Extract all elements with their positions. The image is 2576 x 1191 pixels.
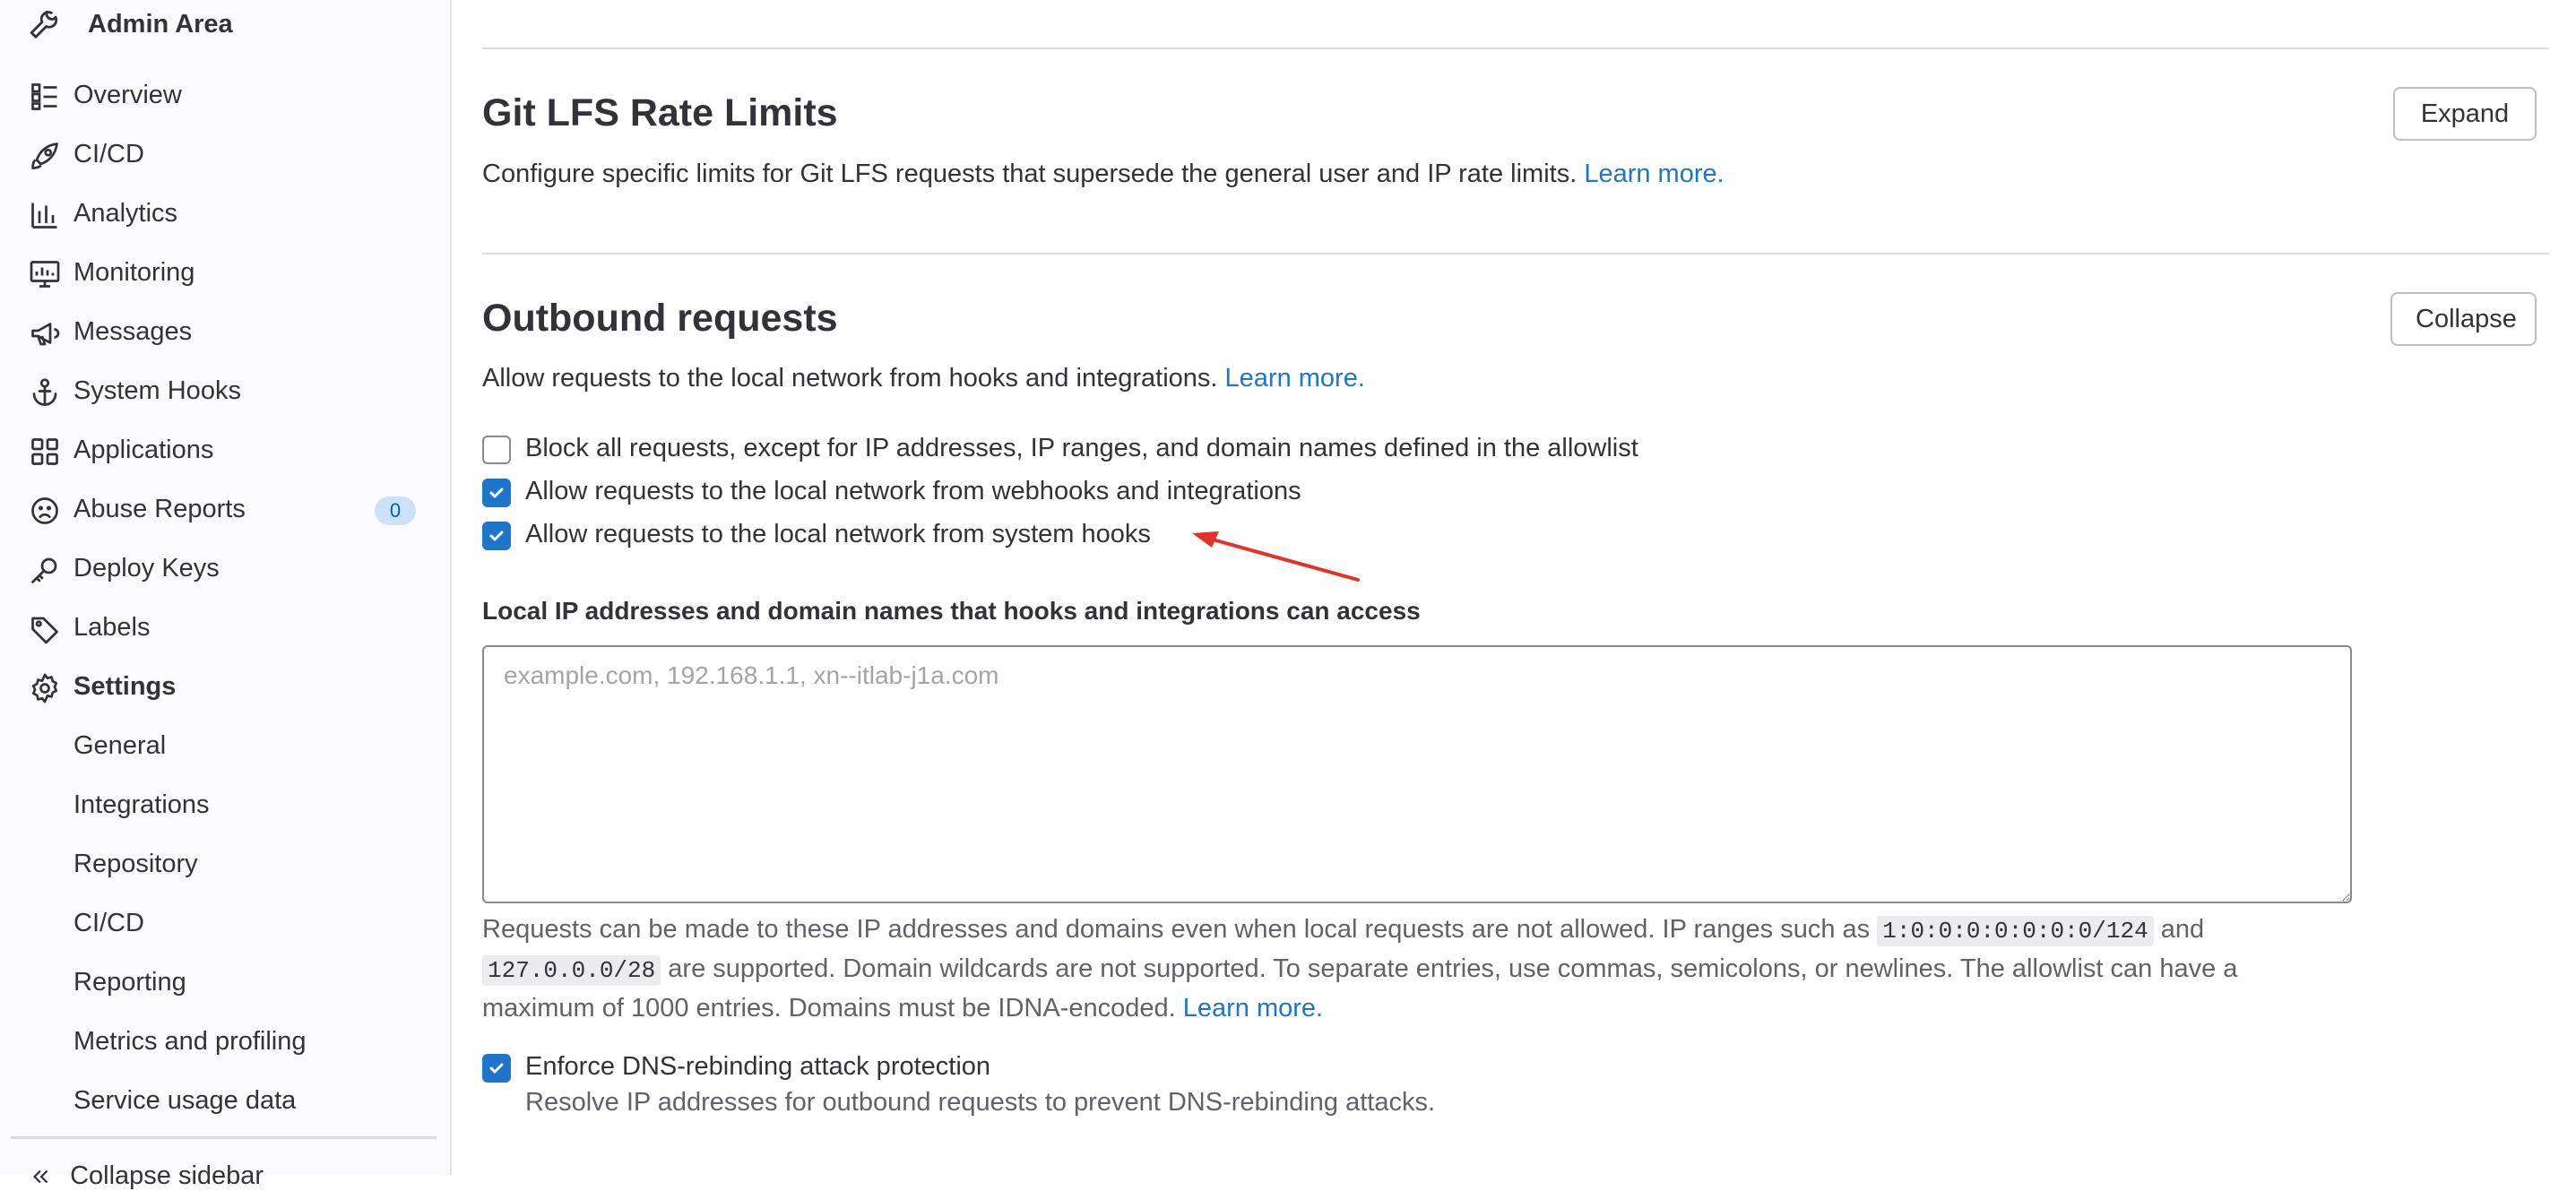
wrench-icon [30,10,58,39]
annotation-arrow-icon [1192,531,1360,582]
sidebar-item-applications[interactable]: Applications [0,423,450,482]
checkmark-icon [489,531,504,541]
sidebar-item-labels[interactable]: Labels [0,600,450,660]
monitor-icon [30,261,60,288]
git-lfs-learn-more-link[interactable]: Learn more. [1584,160,1724,188]
sidebar-subitem-repository[interactable]: Repository [0,837,450,896]
ipv6-range-example: 1:0:0:0:0:0:0:0/124 [1877,916,2154,946]
overview-icon [31,83,57,110]
megaphone-icon [31,323,60,346]
sidebar-subitem-integrations[interactable]: Integrations [0,778,450,837]
chart-icon [31,203,57,229]
allowlist-learn-more-link[interactable]: Learn more. [1183,994,1323,1023]
sidebar-subitem-general[interactable]: General [0,719,450,778]
sidebar-subitem-service-usage[interactable]: Service usage data [0,1074,450,1133]
collapse-button[interactable]: Collapse [2390,292,2537,346]
git-lfs-description: Configure specific limits for Git LFS re… [482,160,1725,188]
sidebar-subitem-reporting[interactable]: Reporting [0,955,450,1014]
allowlist-textarea[interactable] [482,645,2352,903]
sidebar-divider [11,1136,437,1139]
outbound-section-title: Outbound requests [482,297,838,340]
key-icon [31,557,57,583]
sidebar: Admin Area Overview CI/CD Analytics Moni… [0,0,452,1190]
dns-rebinding-help-text: Resolve IP addresses for outbound reques… [525,1088,1436,1117]
sidebar-item-analytics[interactable]: Analytics [0,186,450,246]
sidebar-item-cicd[interactable]: CI/CD [0,127,450,186]
section-divider [482,253,2549,255]
applications-icon [31,438,58,465]
outbound-description: Allow requests to the local network from… [482,364,1365,393]
label-icon [31,617,58,644]
sidebar-item-overview[interactable]: Overview [0,68,450,127]
abuse-icon [31,497,58,524]
sidebar-item-abuse-reports[interactable]: Abuse Reports 0 [0,482,450,541]
block-all-requests-checkbox[interactable] [482,436,511,464]
checkmark-icon [489,488,504,498]
abuse-reports-count-badge: 0 [375,496,416,525]
allowlist-help-text: Requests can be made to these IP address… [482,915,2238,1023]
settings-icon [31,673,58,703]
sidebar-item-settings[interactable]: Settings [0,660,450,719]
allow-system-hooks-checkbox[interactable] [482,522,511,550]
section-divider [482,47,2549,49]
chevron-double-left-icon [32,1170,48,1184]
checkmark-icon [489,1063,504,1074]
outbound-learn-more-link[interactable]: Learn more. [1225,364,1365,393]
allow-webhooks-checkbox[interactable] [482,479,511,507]
expand-button[interactable]: Expand [2393,87,2537,141]
anchor-icon [32,378,57,406]
sidebar-title: Admin Area [88,10,233,39]
allowlist-label: Local IP addresses and domain names that… [482,597,1421,625]
dns-rebinding-checkbox[interactable] [482,1054,511,1083]
collapse-sidebar-button[interactable]: Collapse sidebar [29,1161,264,1191]
git-lfs-section-title: Git LFS Rate Limits [482,91,838,134]
sidebar-header[interactable]: Admin Area [0,0,450,52]
sidebar-subitem-metrics[interactable]: Metrics and profiling [0,1014,450,1074]
sidebar-item-monitoring[interactable]: Monitoring [0,246,450,305]
ipv4-range-example: 127.0.0.0/28 [482,955,661,986]
sidebar-item-messages[interactable]: Messages [0,305,450,364]
sidebar-item-deploy-keys[interactable]: Deploy Keys [0,541,450,600]
sidebar-subitem-cicd[interactable]: CI/CD [0,896,450,955]
sidebar-item-system-hooks[interactable]: System Hooks [0,364,450,423]
rocket-icon [31,142,58,169]
